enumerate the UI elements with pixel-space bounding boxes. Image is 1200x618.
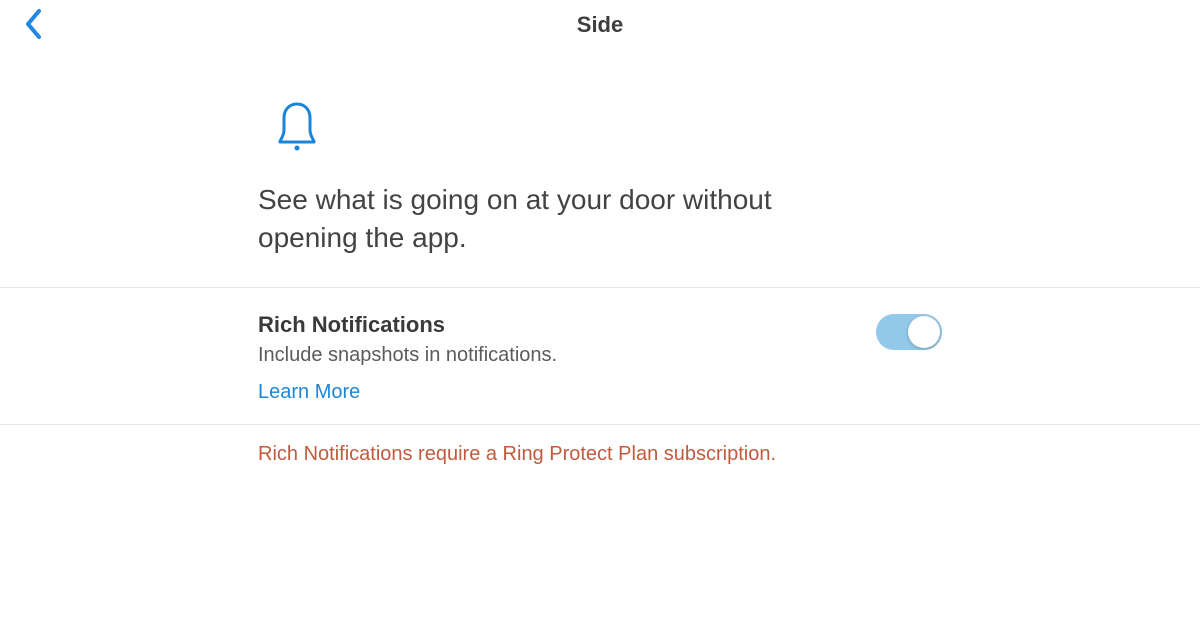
learn-more-link[interactable]: Learn More: [258, 381, 876, 404]
header: Side: [0, 0, 1200, 50]
chevron-left-icon: [24, 8, 44, 40]
setting-title: Rich Notifications: [258, 312, 876, 338]
bell-icon: [274, 100, 942, 159]
hero-section: See what is going on at your door withou…: [258, 50, 942, 287]
page-title: Side: [577, 12, 623, 38]
subscription-warning: Rich Notifications require a Ring Protec…: [258, 425, 942, 466]
rich-notifications-toggle[interactable]: [876, 314, 942, 350]
setting-text: Rich Notifications Include snapshots in …: [258, 312, 876, 404]
toggle-knob: [908, 316, 940, 348]
content: See what is going on at your door withou…: [0, 50, 1200, 466]
setting-description: Include snapshots in notifications.: [258, 344, 876, 367]
hero-headline: See what is going on at your door withou…: [258, 181, 818, 257]
setting-rich-notifications: Rich Notifications Include snapshots in …: [258, 288, 942, 424]
back-button[interactable]: [16, 6, 52, 42]
